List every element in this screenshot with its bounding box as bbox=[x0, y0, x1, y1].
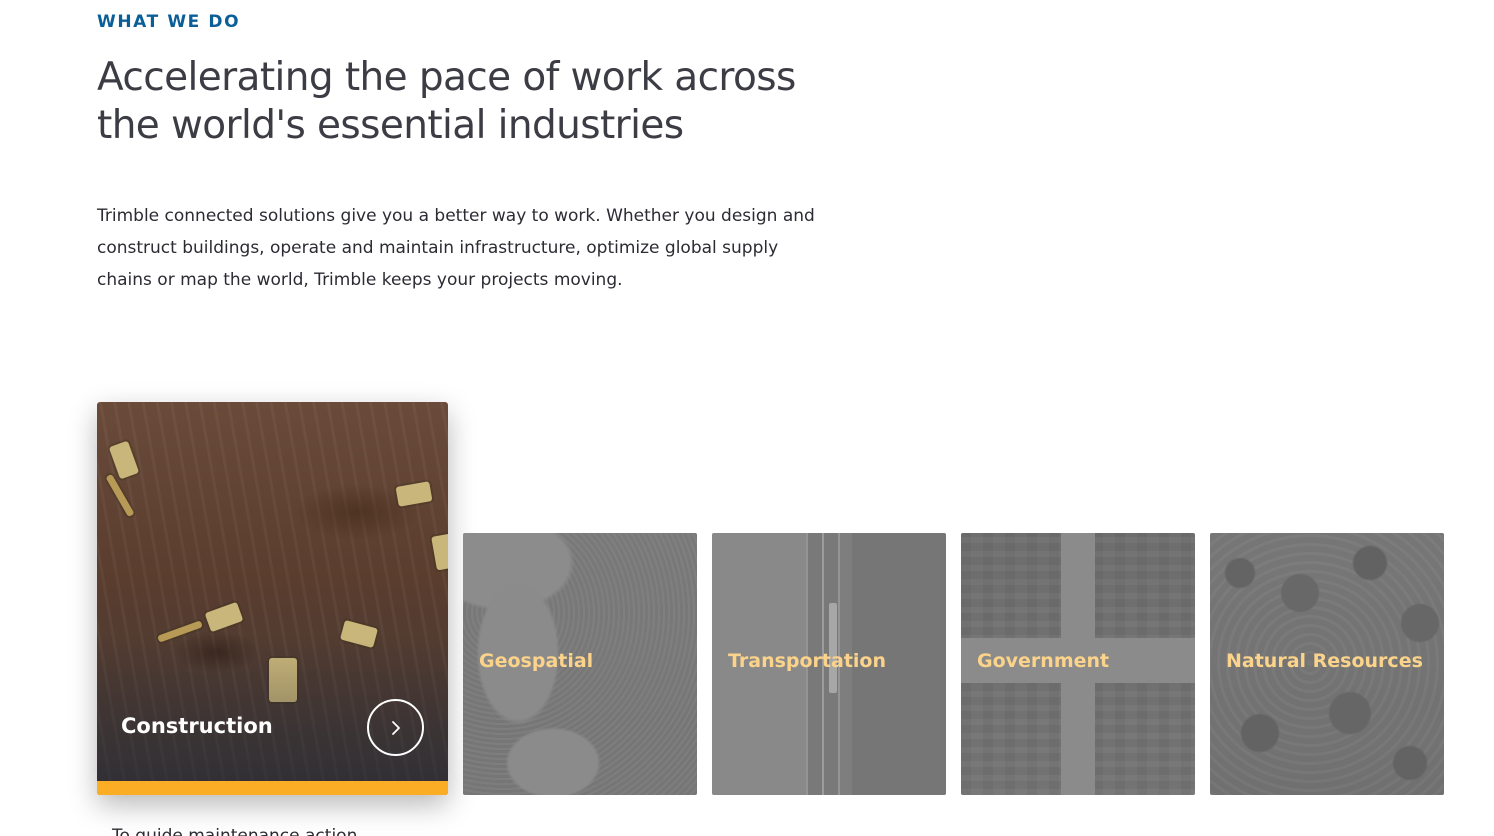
section-eyebrow: WHAT WE DO bbox=[97, 12, 241, 32]
excavator-image bbox=[108, 440, 140, 480]
excavator-arm-image bbox=[105, 473, 135, 518]
excavator-image bbox=[431, 533, 448, 571]
excavator-image bbox=[395, 481, 433, 507]
industry-card-label: Transportation bbox=[728, 650, 887, 672]
industry-card-label: Natural Resources bbox=[1226, 650, 1423, 672]
industry-card-label: Government bbox=[977, 650, 1110, 672]
industry-card-label: Geospatial bbox=[479, 650, 594, 672]
industry-arrow-button[interactable] bbox=[367, 699, 424, 756]
industry-card-transportation[interactable]: Transportation bbox=[712, 533, 946, 795]
industry-card-construction[interactable]: Construction bbox=[97, 402, 448, 795]
chevron-right-icon bbox=[391, 720, 400, 735]
industry-card-natural-resources[interactable]: Natural Resources bbox=[1210, 533, 1444, 795]
industry-card-government[interactable]: Government bbox=[961, 533, 1195, 795]
industry-card-label: Construction bbox=[121, 714, 273, 738]
below-fold-text: To guide maintenance action bbox=[112, 826, 358, 836]
excavator-arm-image bbox=[157, 620, 203, 643]
excavator-image bbox=[204, 601, 244, 633]
active-accent-bar bbox=[97, 781, 448, 795]
section-headline: Accelerating the pace of work across the… bbox=[97, 55, 796, 148]
industry-card-geospatial[interactable]: Geospatial bbox=[463, 533, 697, 795]
section-intro: Trimble connected solutions give you a b… bbox=[97, 206, 815, 290]
